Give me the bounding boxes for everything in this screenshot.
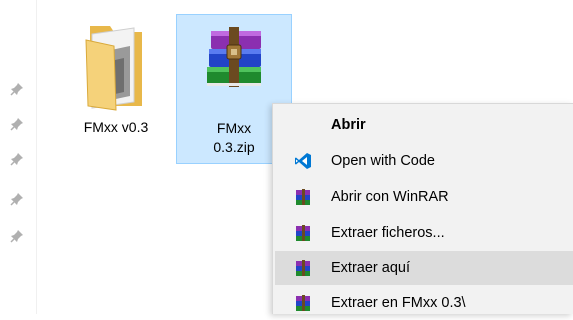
- winrar-icon: [296, 189, 310, 205]
- menu-item-extract-here[interactable]: Extraer aquí: [275, 251, 573, 285]
- folder-item[interactable]: FMxx v0.3: [66, 14, 166, 164]
- pin-icon[interactable]: [10, 192, 24, 206]
- menu-item-label: Extraer en FMxx 0.3\: [331, 295, 466, 311]
- menu-item-label: Extraer aquí: [331, 260, 410, 276]
- menu-item-label: Abrir con WinRAR: [331, 189, 449, 205]
- winrar-icon: [296, 260, 310, 276]
- pin-icon[interactable]: [10, 82, 24, 96]
- folder-name: FMxx v0.3: [83, 119, 149, 135]
- menu-item-label: Extraer ficheros...: [331, 225, 445, 241]
- navigation-pane: [0, 0, 37, 314]
- menu-item-open[interactable]: Abrir: [275, 108, 573, 142]
- menu-item-extract-to-folder[interactable]: Extraer en FMxx 0.3\: [275, 286, 573, 320]
- winrar-icon: [296, 225, 310, 241]
- context-menu: Abrir Open with Code Abrir con WinRAR Ex…: [272, 103, 573, 314]
- pin-icon[interactable]: [10, 117, 24, 131]
- vscode-icon: [295, 153, 311, 169]
- menu-item-open-with-code[interactable]: Open with Code: [275, 144, 573, 178]
- pin-icon[interactable]: [10, 229, 24, 243]
- menu-item-open-with-winrar[interactable]: Abrir con WinRAR: [275, 180, 573, 214]
- menu-item-label: Abrir: [331, 117, 366, 133]
- winrar-icon: [296, 295, 310, 311]
- menu-item-extract-files[interactable]: Extraer ficheros...: [275, 216, 573, 250]
- winrar-archive-icon: [207, 27, 261, 87]
- menu-item-label: Open with Code: [331, 153, 435, 169]
- folder-icon: [85, 26, 142, 111]
- pin-icon[interactable]: [10, 152, 24, 166]
